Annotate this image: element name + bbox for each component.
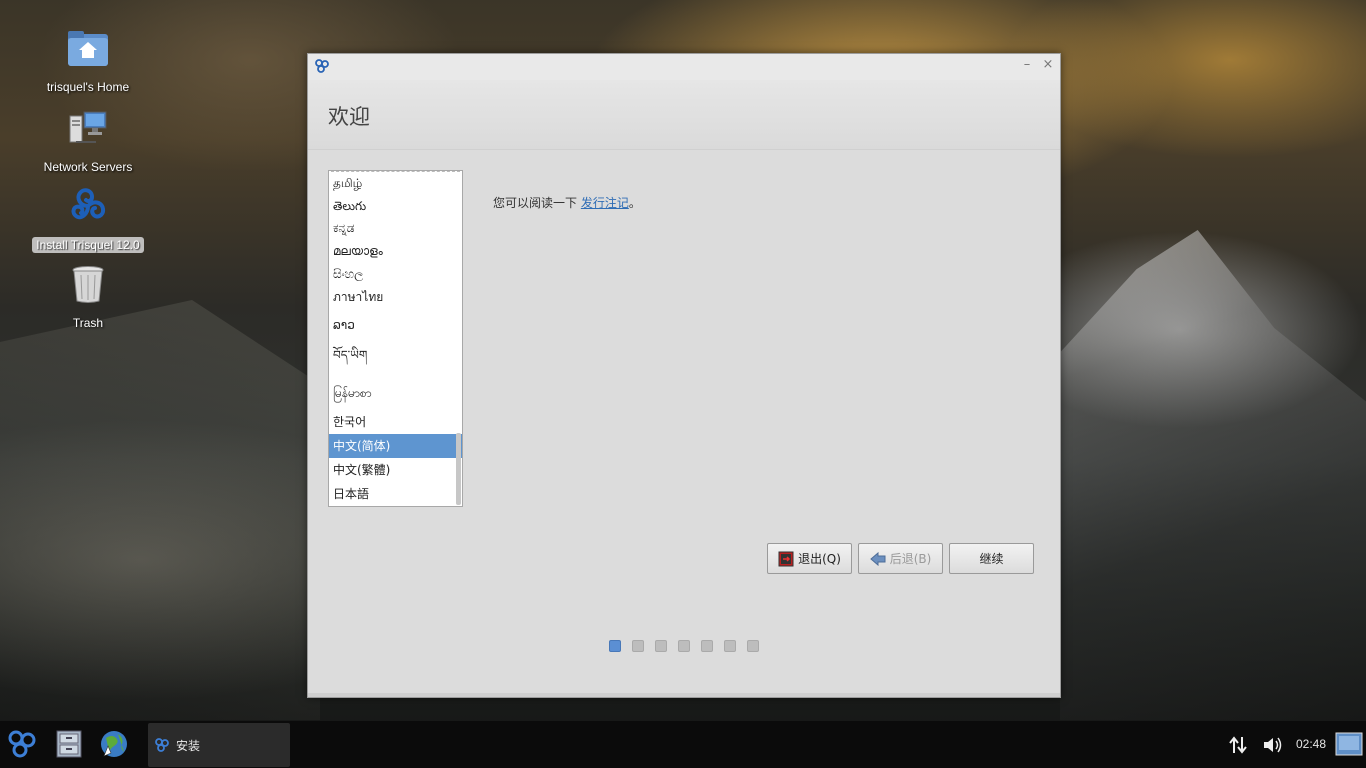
step-dot — [678, 640, 690, 652]
step-dot — [632, 640, 644, 652]
language-list[interactable]: தமிழ் తెలుగు ಕನ್ನಡ മലയാളം සිංහල ภาษาไทย … — [328, 170, 463, 507]
taskbar: 安装 02:48 — [0, 721, 1366, 768]
wallpaper-ridge — [0, 300, 320, 720]
back-button[interactable]: 后退(B) — [858, 543, 943, 574]
desktop-icon-label: Network Servers — [43, 160, 133, 174]
list-item[interactable]: ລາວ — [329, 311, 462, 339]
wallpaper-mountain — [1060, 230, 1366, 720]
step-indicator — [609, 640, 759, 652]
file-manager-icon[interactable] — [53, 728, 85, 760]
list-item[interactable]: മലയാളം — [329, 239, 462, 263]
web-browser-icon[interactable] — [98, 728, 130, 760]
step-dot — [724, 640, 736, 652]
trisquel-task-icon — [155, 738, 169, 752]
quit-label: 退出(Q) — [798, 552, 841, 566]
step-dot — [655, 640, 667, 652]
list-item[interactable]: 日本語 — [329, 482, 462, 506]
list-item[interactable]: ಕನ್ನಡ — [329, 217, 462, 239]
trisquel-app-icon — [315, 59, 329, 73]
window-titlebar[interactable]: – × — [308, 54, 1060, 80]
window-bottom-edge — [308, 693, 1060, 697]
clock[interactable]: 02:48 — [1296, 737, 1326, 751]
minimize-button[interactable]: – — [1020, 57, 1034, 73]
trash-icon — [72, 266, 104, 303]
list-item[interactable]: ภาษาไทย — [329, 286, 462, 311]
info-suffix: 。 — [628, 196, 641, 210]
show-desktop-icon[interactable] — [1335, 732, 1363, 756]
list-item[interactable]: සිංහල — [329, 263, 462, 286]
list-scrollbar[interactable] — [456, 433, 461, 505]
quit-button[interactable]: 退出(Q) — [767, 543, 852, 574]
list-item[interactable]: తెలుగు — [329, 195, 462, 217]
continue-button[interactable]: 继续 — [949, 543, 1034, 574]
desktop-icon-label: Install Trisquel 12.0 — [32, 237, 144, 253]
back-arrow-icon — [869, 551, 886, 566]
step-dot-active — [609, 640, 621, 652]
list-item[interactable]: 한국어 — [329, 411, 462, 434]
volume-icon[interactable] — [1262, 735, 1284, 755]
network-icon[interactable] — [1228, 735, 1248, 755]
step-dot — [747, 640, 759, 652]
desktop-icon-label: trisquel's Home — [46, 80, 130, 94]
info-prefix: 您可以阅读一下 — [493, 196, 581, 210]
page-header: 欢迎 — [308, 80, 1060, 150]
list-item[interactable]: தமிழ் — [329, 173, 462, 195]
desktop-icon-install-trisquel[interactable]: Install Trisquel 12.0 — [28, 186, 148, 253]
desktop-icon-network-servers[interactable]: Network Servers — [28, 108, 148, 175]
trisquel-logo-icon — [71, 188, 106, 220]
desktop-icon-home[interactable]: trisquel's Home — [28, 28, 148, 95]
list-item-selected[interactable]: 中文(简体) — [329, 434, 462, 458]
quit-icon — [778, 551, 794, 566]
release-notes-link[interactable]: 发行注记 — [581, 196, 629, 210]
continue-label: 继续 — [979, 552, 1004, 566]
close-button[interactable]: × — [1041, 57, 1055, 73]
release-notes-text: 您可以阅读一下 发行注记。 — [493, 194, 641, 211]
installer-window: – × 欢迎 தமிழ் తెలుగు ಕನ್ನಡ മലയാളം සිංහල ภ… — [307, 53, 1061, 698]
list-item[interactable]: བོད་ཡིག — [329, 339, 462, 371]
desktop-icon-label: Trash — [72, 316, 104, 330]
back-label: 后退(B) — [889, 552, 932, 566]
page-title: 欢迎 — [328, 105, 370, 129]
desktop-icon-trash[interactable]: Trash — [28, 264, 148, 331]
list-item[interactable]: မြန်မာစာ — [329, 371, 462, 411]
list-item[interactable]: 中文(繁體) — [329, 458, 462, 482]
home-folder-icon — [68, 31, 108, 66]
network-servers-icon — [69, 111, 107, 143]
step-dot — [701, 640, 713, 652]
task-button-installer[interactable]: 安装 — [148, 723, 290, 767]
trisquel-menu-icon[interactable] — [6, 728, 38, 760]
task-label: 安装 — [176, 738, 201, 753]
